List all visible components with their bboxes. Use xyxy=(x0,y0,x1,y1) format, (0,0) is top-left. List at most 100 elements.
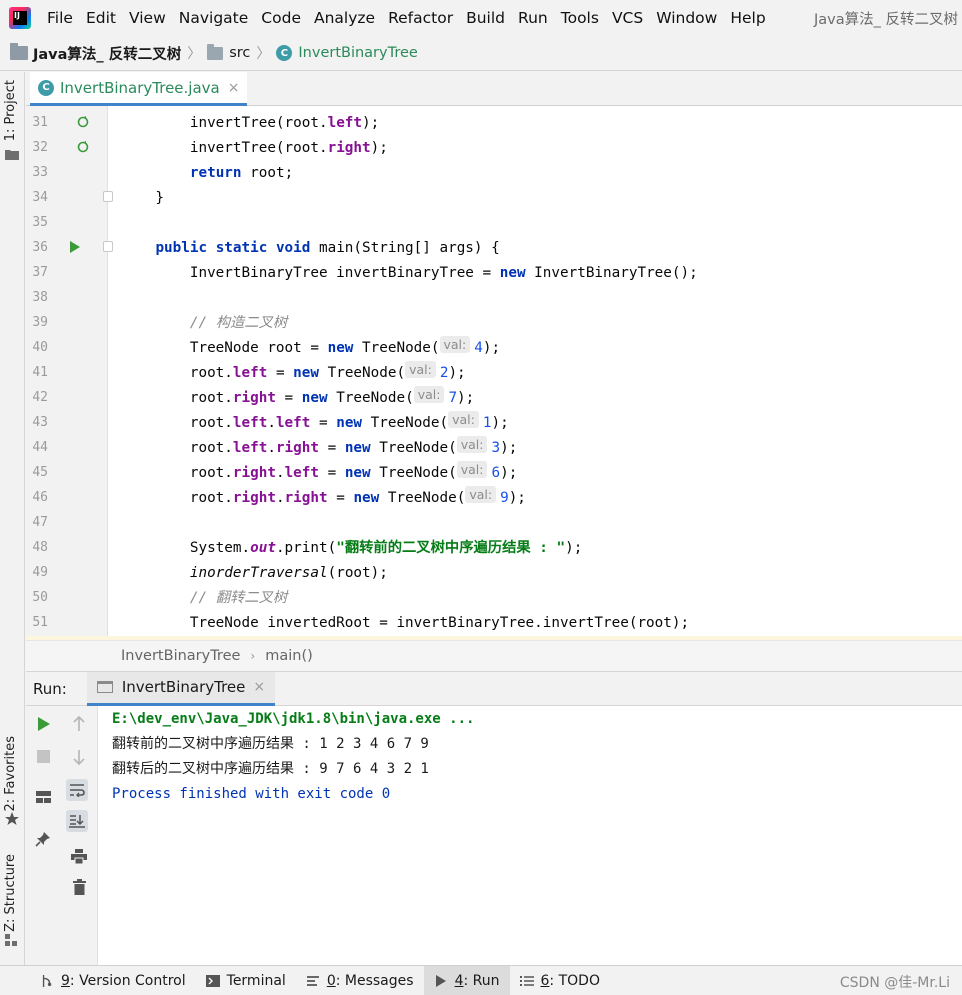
code-token: ); xyxy=(565,540,583,556)
soft-wrap-button[interactable] xyxy=(66,779,88,801)
line-number: 43 xyxy=(32,415,48,430)
menu-code[interactable]: Code xyxy=(261,9,301,27)
rerun-button[interactable] xyxy=(32,713,54,735)
parameter-hint: val: xyxy=(465,486,497,503)
code-token: 4 xyxy=(474,340,483,356)
pin-tab-button[interactable] xyxy=(32,828,54,850)
breadcrumb-folder[interactable]: src xyxy=(207,43,250,61)
code-line: TreeNode root = new TreeNode(val: 4); xyxy=(108,336,500,358)
code-line: TreeNode invertedRoot = invertBinaryTree… xyxy=(108,613,689,633)
code-token: new xyxy=(327,340,354,356)
code-token: right xyxy=(232,465,276,481)
menu-view[interactable]: View xyxy=(129,9,166,27)
menu-help[interactable]: Help xyxy=(730,9,765,27)
run-main-icon[interactable] xyxy=(69,241,81,253)
parameter-hint: val: xyxy=(413,386,445,403)
line-number: 33 xyxy=(32,165,48,180)
terminal-icon xyxy=(205,974,220,987)
editor-gutter: 31 32 33 34 35 36 37 38 39 40 41 42 43 44 45 46 47 48 49 50… xyxy=(26,106,113,640)
breadcrumb-project-label: Java算法_ 反转二叉树 xyxy=(33,46,182,63)
line-number: 38 xyxy=(32,290,48,305)
tool-window-terminal[interactable]: Terminal xyxy=(196,966,296,995)
menu-file[interactable]: File xyxy=(47,9,73,27)
tool-tab-project[interactable]: 1: Project xyxy=(3,80,18,141)
code-token: TreeNode( xyxy=(379,490,466,506)
menu-edit[interactable]: Edit xyxy=(86,9,116,27)
code-token: root. xyxy=(121,490,233,506)
tool-window-todo[interactable]: 6: TODO xyxy=(510,966,610,995)
menu-window[interactable]: Window xyxy=(656,9,717,27)
code-token: TreeNode( xyxy=(319,365,406,381)
code-token: right xyxy=(327,140,371,156)
code-token: 3 xyxy=(491,440,501,456)
status-label: : Messages xyxy=(335,972,414,989)
line-number: 49 xyxy=(32,565,48,580)
tool-window-run[interactable]: 4: Run xyxy=(423,965,510,995)
tool-window-version-control[interactable]: 9: Version Control xyxy=(30,966,196,995)
clear-all-button[interactable] xyxy=(68,876,90,898)
menu-vcs[interactable]: VCS xyxy=(612,9,643,27)
stop-button[interactable] xyxy=(32,745,54,767)
menu-run[interactable]: Run xyxy=(518,9,548,27)
code-token: right xyxy=(232,490,276,506)
tool-tab-structure[interactable]: Z: Structure xyxy=(3,854,18,932)
parameter-hint: val: xyxy=(448,411,479,428)
code-editor[interactable]: 31 32 33 34 35 36 37 38 39 40 41 42 43 44 45 46 47 48 49 50… xyxy=(26,106,962,640)
line-number: 35 xyxy=(32,215,48,230)
close-icon[interactable]: × xyxy=(228,80,240,96)
code-token: ); xyxy=(370,140,388,156)
code-token: TreeNode( xyxy=(370,440,457,456)
code-line: root.left.right = new TreeNode(val: 3); xyxy=(108,436,518,458)
menu-navigate[interactable]: Navigate xyxy=(179,9,249,27)
scroll-down-button[interactable] xyxy=(68,746,90,768)
code-token: TreeNode invertedRoot = invertBinaryTree… xyxy=(121,615,690,631)
code-token: 7 xyxy=(448,390,458,406)
status-label: : Run xyxy=(463,972,500,989)
breadcrumb-project[interactable]: Java算法_ 反转二叉树 xyxy=(10,43,181,64)
messages-icon xyxy=(306,975,319,986)
line-number: 48 xyxy=(32,540,48,555)
code-token: new xyxy=(499,265,526,281)
run-console[interactable]: E:\dev_env\Java_JDK\jdk1.8\bin\java.exe … xyxy=(98,706,962,965)
print-button[interactable] xyxy=(68,845,90,867)
code-line: // 构造二叉树 xyxy=(108,313,287,333)
menu-refactor[interactable]: Refactor xyxy=(388,9,453,27)
play-icon xyxy=(37,717,50,731)
breadcrumb-file[interactable]: C InvertBinaryTree xyxy=(276,45,418,61)
code-token: InvertBinaryTree invertBinaryTree = xyxy=(121,265,500,281)
run-tab-invertbinarytree[interactable]: InvertBinaryTree × xyxy=(86,671,276,706)
code-token: ); xyxy=(500,440,518,456)
intellij-logo-icon: IJ xyxy=(9,7,31,29)
menu-analyze[interactable]: Analyze xyxy=(314,9,375,27)
breadcrumb: Java算法_ 反转二叉树 〉 src 〉 C InvertBinaryTree xyxy=(0,36,962,71)
menu-tools[interactable]: Tools xyxy=(561,9,599,27)
tab-invertbinarytree-java[interactable]: C InvertBinaryTree.java × xyxy=(30,72,248,106)
tool-tab-favorites[interactable]: 2: Favorites xyxy=(3,736,18,812)
scroll-up-button[interactable] xyxy=(68,713,90,735)
crumb-method[interactable]: main() xyxy=(265,648,313,664)
chevron-right-icon: 〉 xyxy=(187,46,202,62)
code-line: root.left = new TreeNode(val: 2); xyxy=(108,361,466,383)
code-token: left xyxy=(232,440,268,456)
star-icon xyxy=(5,812,19,825)
code-token: System. xyxy=(121,540,251,556)
run-panel-header: Run: InvertBinaryTree × xyxy=(26,671,962,706)
code-token: TreeNode root = xyxy=(121,340,328,356)
line-number: 31 xyxy=(32,115,48,130)
layout-button[interactable] xyxy=(32,786,54,808)
code-line: root.right.right = new TreeNode(val: 9); xyxy=(108,486,526,508)
status-bar: 9: Version Control Terminal 0: Messages … xyxy=(0,965,962,995)
scroll-to-end-button[interactable] xyxy=(66,810,88,832)
line-number: 51 xyxy=(32,615,48,630)
close-icon[interactable]: × xyxy=(253,679,265,695)
code-token: left xyxy=(284,465,319,481)
menu-build[interactable]: Build xyxy=(466,9,505,27)
status-label: : TODO xyxy=(549,972,600,989)
code-token: TreeNode( xyxy=(353,340,440,356)
tool-window-messages[interactable]: 0: Messages xyxy=(296,966,424,995)
crumb-class[interactable]: InvertBinaryTree xyxy=(121,648,240,664)
editor-breadcrumb: InvertBinaryTree › main() xyxy=(26,640,962,672)
stop-icon xyxy=(36,749,50,763)
code-token: left xyxy=(275,415,311,431)
